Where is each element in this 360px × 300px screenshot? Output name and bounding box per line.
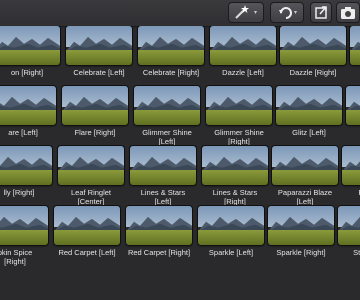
effect-preview-image: [198, 206, 264, 245]
effect-label: Glimmer Shine [Left]: [142, 128, 192, 146]
effect-preview-image: [130, 146, 196, 185]
effect-preview-image: [206, 86, 272, 125]
effect-label: Flare [Right]: [74, 128, 116, 137]
effect-preview-image: [58, 146, 124, 185]
effect-preview-image: [0, 146, 52, 185]
effect-preview-image: [268, 206, 334, 245]
effect-preview-image: [210, 26, 276, 65]
effect-preview-image: [276, 86, 342, 125]
effect-label: Paparazzi [Righ: [334, 188, 360, 206]
effect-label: Glitz [R: [338, 128, 360, 137]
effect-preview-image: [0, 86, 56, 125]
camera-button[interactable]: [336, 2, 360, 23]
effects-browser-grid: on [Right] Celebrate [Left] Celebrate [Rig…: [0, 26, 360, 300]
effect-preview-image: [280, 26, 346, 65]
effect-label: Leaf Ringlet [Center]: [70, 188, 112, 206]
effect-label: Celebrate [Right]: [142, 68, 200, 77]
effect-preview-image: [126, 206, 192, 245]
rotate-button[interactable]: [270, 2, 304, 23]
effect-preview-image: [54, 206, 120, 245]
effect-label: Divine C [Righ: [342, 68, 360, 86]
share-icon: [315, 6, 327, 19]
effect-preview-image: [138, 26, 204, 65]
effect-label: Celebrate [Left]: [73, 68, 125, 77]
effect-preview-image: [338, 206, 360, 245]
rotate-icon: [279, 7, 297, 19]
effect-preview-image: [350, 26, 360, 65]
effect-label: Lines & Stars [Left]: [140, 188, 186, 206]
effect-preview-image: [272, 146, 338, 185]
effect-label: Stage Ligh: [353, 248, 360, 257]
camera-icon: [341, 7, 355, 19]
effect-preview-image: [0, 206, 48, 245]
effect-preview-image: [342, 146, 360, 185]
effect-preview-image: [346, 86, 360, 125]
effect-preview-image: [62, 86, 128, 125]
effect-preview-image: [134, 86, 200, 125]
effect-preview-image: [0, 26, 60, 65]
share-button[interactable]: [310, 2, 332, 23]
effect-label: Red Carpet [Left]: [58, 248, 116, 257]
effect-preview-image: [202, 146, 268, 185]
magic-wand-icon: [235, 5, 257, 19]
effect-preview-image: [66, 26, 132, 65]
magic-wand-button[interactable]: [228, 2, 264, 23]
toolbar: [0, 0, 360, 27]
effect-label: Red Carpet [Right]: [127, 248, 191, 257]
